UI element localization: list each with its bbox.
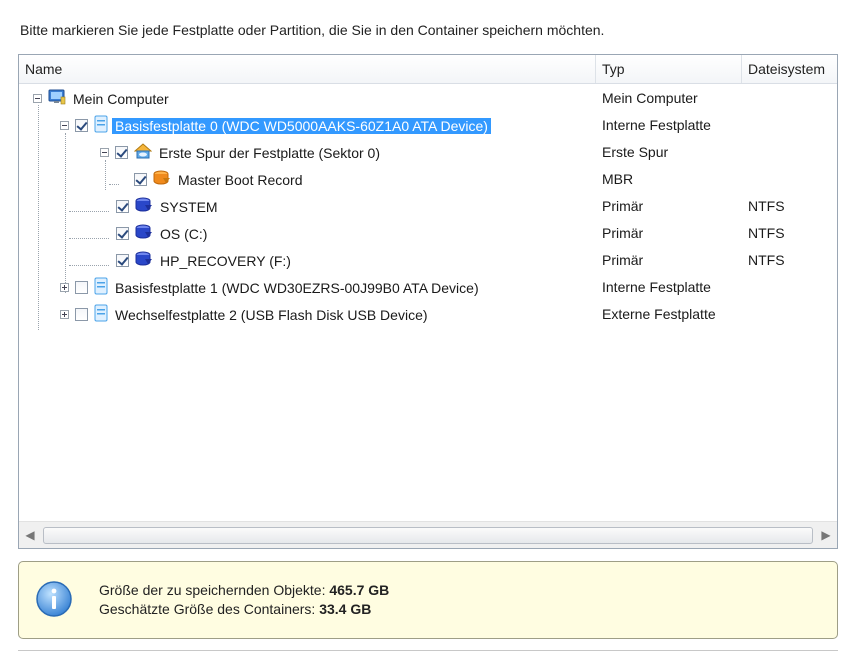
mbr-checkbox[interactable]: [134, 173, 147, 186]
partition-icon: [135, 196, 153, 217]
tree-row-filesystem: NTFS: [748, 225, 785, 241]
tree-row-filesystem: NTFS: [748, 198, 785, 214]
scroll-left-icon[interactable]: ◀: [21, 522, 39, 548]
tree-row-label: Basisfestplatte 0 (WDC WD5000AAKS-60Z1A0…: [112, 117, 491, 134]
objects-size-value: 465.7 GB: [329, 582, 390, 598]
partition-icon: [135, 223, 153, 244]
collapse-toggle[interactable]: [100, 148, 109, 157]
expand-toggle[interactable]: [60, 283, 69, 292]
tree-row-label: OS (C:): [160, 225, 208, 242]
tree-row-my-computer[interactable]: Mein Computer Mein Computer: [19, 85, 837, 112]
tree-row-filesystem: NTFS: [748, 252, 785, 268]
tree-row-label: Erste Spur der Festplatte (Sektor 0): [159, 144, 380, 161]
tree-row-disk-2[interactable]: Wechselfestplatte 2 (USB Flash Disk USB …: [19, 301, 837, 328]
column-header-type[interactable]: Typ: [596, 55, 742, 83]
collapse-toggle[interactable]: [33, 94, 42, 103]
first-track-icon: [133, 143, 153, 162]
tree-row-type: MBR: [602, 171, 634, 187]
tree-row-label: Mein Computer: [73, 90, 169, 107]
removable-disk-icon: [94, 304, 108, 325]
tree-row-type: Primär: [602, 225, 644, 241]
tree-row-type: Primär: [602, 198, 644, 214]
info-icon: [35, 580, 73, 618]
tree-row-disk-0[interactable]: Basisfestplatte 0 (WDC WD5000AAKS-60Z1A0…: [19, 112, 837, 139]
tree-row-label: Master Boot Record: [178, 171, 303, 188]
tree-row-label: SYSTEM: [160, 198, 218, 215]
size-info-panel: Größe der zu speichernden Objekte: 465.7…: [18, 561, 838, 639]
first-track-checkbox[interactable]: [115, 146, 128, 159]
scrollbar-thumb[interactable]: [43, 527, 813, 544]
tree-row-type: Interne Festplatte: [602, 279, 711, 295]
objects-size-line: Größe der zu speichernden Objekte: 465.7…: [99, 581, 389, 600]
tree-row-partition-system[interactable]: SYSTEM Primär NTFS: [19, 193, 837, 220]
partition-system-checkbox[interactable]: [116, 200, 129, 213]
horizontal-scrollbar[interactable]: ◀ ▶: [19, 521, 837, 548]
scroll-right-icon[interactable]: ▶: [817, 522, 835, 548]
expand-toggle[interactable]: [60, 310, 69, 319]
computer-icon: [48, 89, 66, 108]
partition-recovery-checkbox[interactable]: [116, 254, 129, 267]
disk-2-checkbox[interactable]: [75, 308, 88, 321]
tree-row-label: HP_RECOVERY (F:): [160, 252, 291, 269]
tree-row-label: Wechselfestplatte 2 (USB Flash Disk USB …: [115, 306, 428, 323]
tree-row-type: Mein Computer: [602, 90, 698, 106]
hard-disk-icon: [94, 115, 108, 136]
collapse-toggle[interactable]: [60, 121, 69, 130]
disk-1-checkbox[interactable]: [75, 281, 88, 294]
instruction-text: Bitte markieren Sie jede Festplatte oder…: [20, 22, 605, 38]
disk-tree-view[interactable]: Name Typ Dateisystem Mein Computer Mein …: [18, 54, 838, 549]
tree-row-type: Erste Spur: [602, 144, 669, 160]
mbr-icon: [153, 169, 171, 190]
divider: [18, 650, 838, 651]
column-header-filesystem[interactable]: Dateisystem: [742, 55, 837, 83]
column-header-bar: Name Typ Dateisystem: [19, 55, 837, 84]
tree-row-first-track[interactable]: Erste Spur der Festplatte (Sektor 0) Ers…: [19, 139, 837, 166]
container-size-label: Geschätzte Größe des Containers:: [99, 601, 316, 617]
hard-disk-icon: [94, 277, 108, 298]
container-size-line: Geschätzte Größe des Containers: 33.4 GB: [99, 600, 389, 619]
tree-row-label: Basisfestplatte 1 (WDC WD30EZRS-00J99B0 …: [115, 279, 479, 296]
partition-os-checkbox[interactable]: [116, 227, 129, 240]
tree-row-type: Primär: [602, 252, 644, 268]
column-header-name[interactable]: Name: [19, 55, 596, 83]
tree-row-mbr[interactable]: Master Boot Record MBR: [19, 166, 837, 193]
disk-0-checkbox[interactable]: [75, 119, 88, 132]
tree-row-type: Interne Festplatte: [602, 117, 711, 133]
tree-row-partition-recovery[interactable]: HP_RECOVERY (F:) Primär NTFS: [19, 247, 837, 274]
partition-icon: [135, 250, 153, 271]
tree-row-disk-1[interactable]: Basisfestplatte 1 (WDC WD30EZRS-00J99B0 …: [19, 274, 837, 301]
tree-row-partition-os[interactable]: OS (C:) Primär NTFS: [19, 220, 837, 247]
tree-row-type: Externe Festplatte: [602, 306, 716, 322]
container-size-value: 33.4 GB: [319, 601, 372, 617]
objects-size-label: Größe der zu speichernden Objekte:: [99, 582, 326, 598]
